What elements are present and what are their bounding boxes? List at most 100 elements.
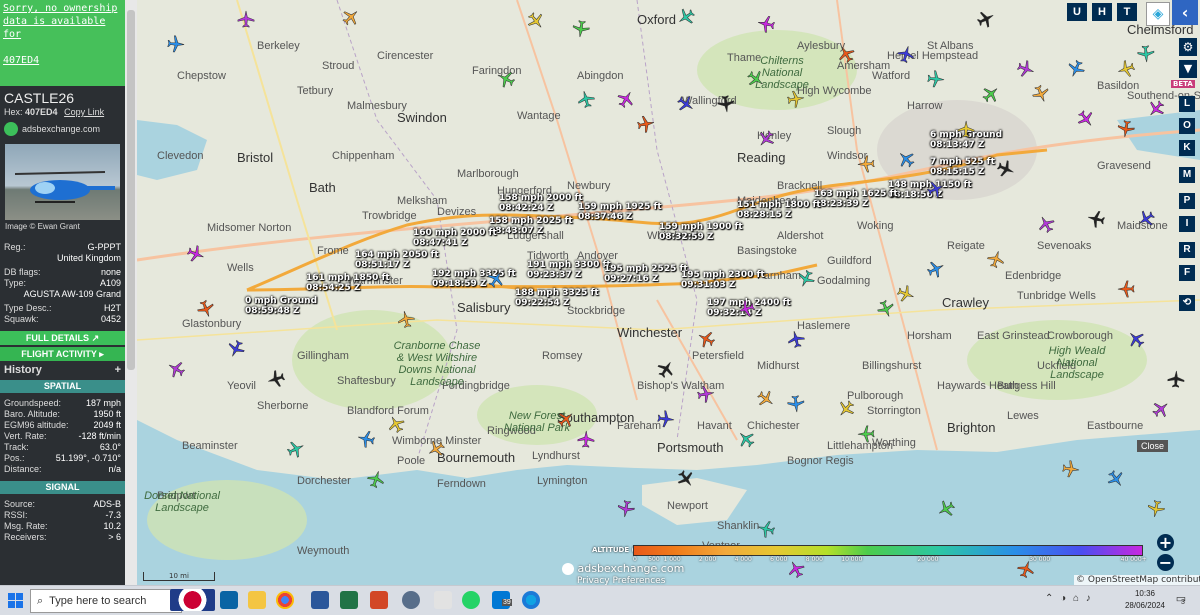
- excel-icon[interactable]: [340, 591, 358, 609]
- history-header[interactable]: History +: [0, 361, 125, 380]
- aircraft-icon[interactable]: [1137, 210, 1155, 228]
- side-button-m[interactable]: M: [1179, 167, 1195, 183]
- privacy-link[interactable]: Privacy Preferences: [577, 576, 665, 585]
- aircraft-icon[interactable]: [577, 90, 595, 109]
- search-highlight-image[interactable]: [170, 589, 215, 611]
- aircraft-icon[interactable]: [397, 310, 415, 329]
- aircraft-icon[interactable]: [897, 150, 915, 168]
- toggle-units-button[interactable]: U: [1067, 3, 1087, 21]
- scrollbar-thumb[interactable]: [127, 10, 135, 370]
- aircraft-icon[interactable]: [896, 285, 915, 303]
- aircraft-icon[interactable]: [677, 470, 695, 488]
- side-button-l[interactable]: L: [1179, 96, 1195, 112]
- aircraft-icon[interactable]: [617, 90, 635, 108]
- aircraft-icon[interactable]: [677, 95, 695, 113]
- aircraft-icon[interactable]: [797, 269, 815, 288]
- aircraft-icon[interactable]: [677, 8, 695, 26]
- map-view[interactable]: Oxford Chepstow Berkeley Cirencester Swi…: [137, 0, 1200, 585]
- snipping-tool-icon[interactable]: [434, 591, 452, 609]
- aircraft-icon[interactable]: [927, 70, 945, 88]
- tray-icons[interactable]: ⌃ ◑ ⌂ ♪: [1045, 593, 1093, 604]
- aircraft-icon[interactable]: [1037, 215, 1055, 234]
- aircraft-icon[interactable]: [757, 15, 775, 33]
- word-icon[interactable]: [311, 591, 329, 609]
- aircraft-icon[interactable]: [1067, 59, 1085, 78]
- notification-icon[interactable]: ▭ 3: [1173, 592, 1189, 608]
- aircraft-icon[interactable]: [527, 12, 545, 30]
- aircraft-icon[interactable]: [572, 20, 590, 38]
- app-icon[interactable]: [402, 591, 420, 609]
- source-site-link[interactable]: adsbexchange.com: [22, 124, 100, 134]
- aircraft-icon[interactable]: [237, 10, 255, 28]
- aircraft-icon[interactable]: [1137, 45, 1155, 63]
- aircraft-icon[interactable]: [837, 45, 855, 64]
- aircraft-icon[interactable]: [1117, 280, 1135, 298]
- plus-icon[interactable]: +: [115, 363, 121, 378]
- aircraft-icon[interactable]: [1117, 60, 1136, 78]
- aircraft-photo[interactable]: [5, 144, 120, 220]
- zoom-in-button[interactable]: +: [1157, 534, 1174, 551]
- side-button-p[interactable]: P: [1179, 193, 1195, 209]
- aircraft-icon[interactable]: [1117, 120, 1135, 138]
- windows-start-icon[interactable]: [8, 593, 23, 608]
- aircraft-icon[interactable]: [557, 410, 575, 428]
- layers-icon[interactable]: ◈: [1146, 2, 1170, 26]
- ownership-hex-link[interactable]: 407ED4: [3, 54, 122, 67]
- settings-gear-icon[interactable]: ⚙: [1179, 38, 1197, 56]
- aircraft-icon[interactable]: [877, 299, 895, 318]
- whatsapp-icon[interactable]: [462, 591, 480, 609]
- aircraft-icon[interactable]: [747, 70, 765, 88]
- aircraft-icon[interactable]: [987, 250, 1005, 269]
- aircraft-icon[interactable]: [982, 85, 1000, 103]
- aircraft-icon[interactable]: [757, 520, 776, 538]
- aircraft-icon[interactable]: [1167, 370, 1185, 388]
- aircraft-icon[interactable]: [857, 155, 875, 173]
- taskbar-search-box[interactable]: ⌕ Type here to search: [30, 589, 182, 613]
- full-details-button[interactable]: FULL DETAILS ↗: [0, 331, 125, 345]
- outlook-icon[interactable]: [220, 591, 238, 609]
- aircraft-icon[interactable]: [787, 90, 805, 108]
- side-button-i[interactable]: I: [1179, 216, 1195, 232]
- side-button-f[interactable]: F: [1179, 265, 1195, 281]
- aircraft-icon[interactable]: [227, 339, 245, 358]
- aircraft-icon[interactable]: [357, 430, 376, 448]
- aircraft-icon[interactable]: [857, 425, 875, 443]
- aircraft-icon[interactable]: [757, 130, 775, 148]
- aircraft-icon[interactable]: [926, 260, 945, 278]
- aircraft-icon[interactable]: [697, 330, 716, 348]
- aircraft-icon[interactable]: [737, 430, 755, 448]
- aircraft-icon[interactable]: [1062, 460, 1080, 478]
- teams-icon[interactable]: 39: [492, 591, 512, 609]
- aircraft-icon[interactable]: [787, 395, 805, 413]
- aircraft-icon[interactable]: [577, 430, 595, 448]
- collapse-panel-button[interactable]: ‹: [1172, 0, 1198, 25]
- aircraft-icon[interactable]: [1147, 500, 1165, 518]
- aircraft-icon[interactable]: [787, 330, 805, 349]
- edge-icon[interactable]: [522, 591, 540, 609]
- aircraft-icon[interactable]: [1107, 470, 1125, 488]
- replay-icon[interactable]: ⟲: [1179, 295, 1195, 311]
- aircraft-icon[interactable]: [1147, 100, 1165, 118]
- zoom-out-button[interactable]: −: [1157, 554, 1174, 571]
- aircraft-icon[interactable]: [697, 385, 715, 403]
- chrome-icon[interactable]: [276, 591, 294, 609]
- aircraft-icon[interactable]: [1032, 84, 1050, 103]
- aircraft-icon[interactable]: [757, 390, 775, 408]
- filter-icon[interactable]: ▼: [1179, 60, 1197, 78]
- aircraft-icon[interactable]: [342, 8, 360, 26]
- aircraft-icon[interactable]: [427, 440, 445, 458]
- aircraft-icon[interactable]: [167, 360, 186, 378]
- aircraft-icon[interactable]: [717, 95, 735, 113]
- aircraft-icon[interactable]: [1077, 110, 1095, 128]
- aircraft-icon[interactable]: [737, 300, 756, 318]
- aircraft-icon[interactable]: [1087, 210, 1106, 228]
- aircraft-icon[interactable]: [837, 400, 855, 418]
- flight-activity-button[interactable]: FLIGHT ACTIVITY ▸: [0, 347, 125, 361]
- side-button-k[interactable]: K: [1179, 140, 1195, 156]
- toggle-h-button[interactable]: H: [1092, 3, 1112, 21]
- aircraft-icon[interactable]: [267, 370, 286, 388]
- side-button-o[interactable]: O: [1179, 118, 1195, 134]
- aircraft-icon[interactable]: [937, 500, 955, 518]
- sidebar-scrollbar[interactable]: [125, 0, 137, 585]
- aircraft-icon[interactable]: [1127, 330, 1145, 348]
